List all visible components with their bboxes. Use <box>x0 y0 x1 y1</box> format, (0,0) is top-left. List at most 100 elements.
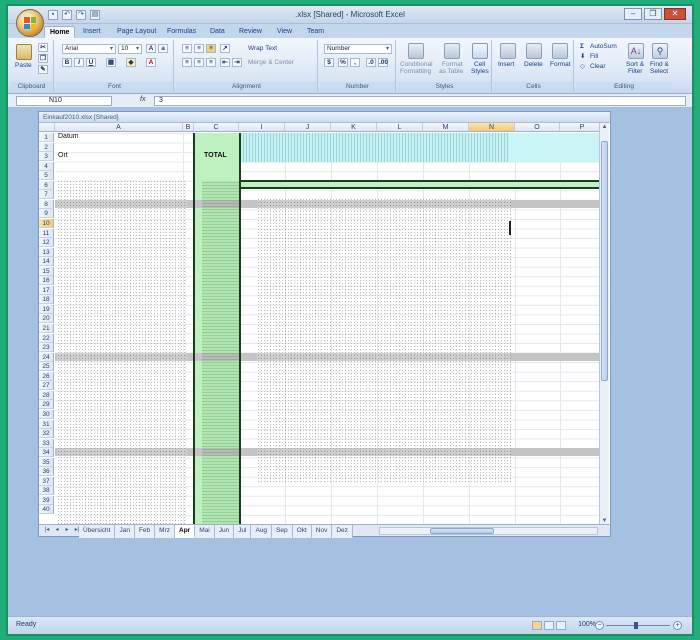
row-header-9[interactable]: 9 <box>39 209 54 219</box>
page-layout-view-icon[interactable] <box>544 621 554 630</box>
copy-icon[interactable]: ❐ <box>38 54 48 63</box>
column-header-m[interactable]: M <box>423 123 469 132</box>
restore-button[interactable]: ❐ <box>644 8 662 20</box>
insert-cells-button[interactable]: Insert <box>498 61 514 69</box>
row-header-6[interactable]: 6 <box>39 180 54 190</box>
autosum-button[interactable]: AutoSum <box>590 43 617 51</box>
zoom-slider[interactable] <box>606 622 670 629</box>
horizontal-scroll-thumb[interactable] <box>430 528 494 534</box>
sheet-tab-okt[interactable]: Okt <box>292 525 312 538</box>
conditional-formatting-icon[interactable] <box>408 43 424 59</box>
format-as-table-icon[interactable] <box>444 43 460 59</box>
vertical-scroll-thumb[interactable] <box>601 141 608 381</box>
row-header-23[interactable]: 23 <box>39 343 54 353</box>
zoom-slider-knob[interactable] <box>634 622 638 629</box>
fill-button[interactable]: Fill <box>590 53 598 61</box>
find-select-icon[interactable]: ⚲ <box>652 43 668 59</box>
row-header-18[interactable]: 18 <box>39 295 54 305</box>
number-format-combo[interactable]: Number <box>324 44 392 54</box>
row-header-17[interactable]: 17 <box>39 285 54 295</box>
align-top-icon[interactable]: ≡ <box>182 44 192 53</box>
column-header-p[interactable]: P <box>560 123 599 132</box>
cell-styles-button-line2[interactable]: Styles <box>471 68 489 76</box>
sheet-tab-dez[interactable]: Dez <box>332 525 353 538</box>
font-color-icon[interactable]: A <box>146 58 156 67</box>
cell-styles-icon[interactable] <box>472 43 488 59</box>
sheet-tab-mai[interactable]: Mai <box>195 525 215 538</box>
tab-page-layout[interactable]: Page Layout <box>112 26 161 38</box>
sort-filter-icon[interactable]: A↓ <box>628 43 644 59</box>
tab-data[interactable]: Data <box>205 26 230 38</box>
column-header-k[interactable]: K <box>331 123 377 132</box>
first-sheet-icon[interactable]: |◂ <box>43 526 51 535</box>
paste-button[interactable]: Paste <box>15 62 32 70</box>
row-header-21[interactable]: 21 <box>39 324 54 333</box>
format-cells-icon[interactable] <box>552 43 568 59</box>
currency-icon[interactable]: $ <box>324 58 334 67</box>
align-center-icon[interactable]: ≡ <box>194 58 204 67</box>
format-painter-icon[interactable]: ✎ <box>38 65 48 74</box>
prev-sheet-icon[interactable]: ◂ <box>53 526 61 535</box>
zoom-level[interactable]: 100% <box>578 621 596 628</box>
row-header-40[interactable]: 40 <box>39 505 54 515</box>
fill-color-icon[interactable]: ◆ <box>126 58 136 67</box>
row-header-15[interactable]: 15 <box>39 266 54 276</box>
row-header-8[interactable]: 8 <box>39 199 54 209</box>
autosum-icon[interactable]: Σ <box>580 43 584 51</box>
row-header-2[interactable]: 2 <box>39 142 54 152</box>
column-header-j[interactable]: J <box>285 123 331 132</box>
normal-view-icon[interactable] <box>532 621 542 630</box>
tab-review[interactable]: Review <box>234 26 267 38</box>
row-header-31[interactable]: 31 <box>39 419 54 429</box>
row-header-7[interactable]: 7 <box>39 190 54 200</box>
name-box[interactable]: N10 <box>16 96 112 106</box>
row-header-35[interactable]: 35 <box>39 457 54 467</box>
row-header-24[interactable]: 24 <box>39 352 54 362</box>
column-header-o[interactable]: O <box>515 123 560 132</box>
format-as-table-button-line2[interactable]: as Table <box>439 68 463 76</box>
decrease-indent-icon[interactable]: ⇤ <box>220 58 230 67</box>
sheet-tab-sep[interactable]: Sep <box>272 525 293 538</box>
column-header-c[interactable]: C <box>194 123 239 132</box>
row-header-39[interactable]: 39 <box>39 495 54 505</box>
row-header-27[interactable]: 27 <box>39 381 54 391</box>
row-header-34[interactable]: 34 <box>39 448 54 458</box>
column-header-a[interactable]: A <box>55 123 183 132</box>
row-header-29[interactable]: 29 <box>39 400 54 410</box>
increase-indent-icon[interactable]: ⇥ <box>232 58 242 67</box>
font-name-combo[interactable]: Arial <box>62 44 116 54</box>
horizontal-scrollbar[interactable] <box>379 527 598 535</box>
delete-cells-icon[interactable] <box>526 43 542 59</box>
scroll-up-icon[interactable]: ▲ <box>600 123 609 132</box>
row-header-20[interactable]: 20 <box>39 314 54 324</box>
zoom-in-icon[interactable]: + <box>673 621 682 630</box>
clear-icon[interactable]: ◇ <box>580 63 585 71</box>
column-header-b[interactable]: B <box>183 123 194 132</box>
align-left-icon[interactable]: ≡ <box>182 58 192 67</box>
comma-button[interactable]: , <box>350 58 360 67</box>
sheet-tab-mrz[interactable]: Mrz <box>155 525 175 538</box>
sheet-tab-übersicht[interactable]: Übersicht <box>79 525 116 538</box>
row-header-28[interactable]: 28 <box>39 390 54 400</box>
worksheet-grid[interactable]: A B C I J K L M N O P Datum Ort TOTAL 1 … <box>39 123 599 526</box>
insert-cells-icon[interactable] <box>500 43 516 59</box>
sheet-tab-apr[interactable]: Apr <box>175 525 196 538</box>
clear-button[interactable]: Clear <box>590 63 606 71</box>
cut-icon[interactable]: ✂ <box>38 43 48 52</box>
tab-team[interactable]: Team <box>302 26 329 38</box>
increase-decimal-icon[interactable]: .0 <box>366 58 376 67</box>
find-select-button-line2[interactable]: Select <box>650 68 668 76</box>
paste-icon[interactable] <box>16 44 32 60</box>
format-cells-button[interactable]: Format <box>550 61 571 69</box>
decrease-decimal-icon[interactable]: .00 <box>378 58 388 67</box>
row-header-11[interactable]: 11 <box>39 228 54 238</box>
row-header-26[interactable]: 26 <box>39 371 54 381</box>
tab-formulas[interactable]: Formulas <box>162 26 201 38</box>
insert-function-button[interactable]: fx <box>140 96 145 103</box>
sort-filter-button-line2[interactable]: Filter <box>628 68 642 76</box>
vertical-scrollbar[interactable]: ▲ ▼ <box>599 123 609 526</box>
align-right-icon[interactable]: ≡ <box>206 58 216 67</box>
row-header-3[interactable]: 3 <box>39 152 54 162</box>
next-sheet-icon[interactable]: ▸ <box>63 526 71 535</box>
underline-button[interactable]: U <box>86 58 96 67</box>
